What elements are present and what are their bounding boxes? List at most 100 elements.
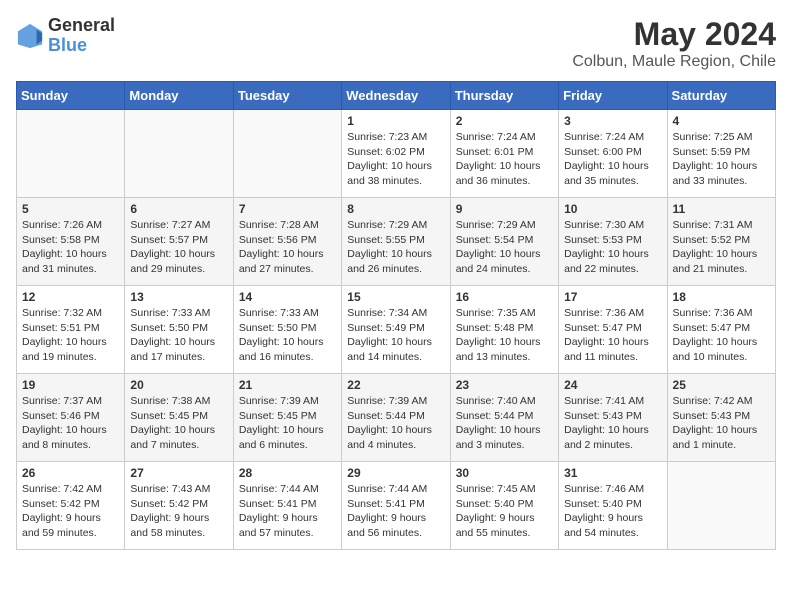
calendar-cell: 12 Sunrise: 7:32 AM Sunset: 5:51 PM Dayli… [17,286,125,374]
day-number: 29 [347,466,444,480]
calendar-cell: 9 Sunrise: 7:29 AM Sunset: 5:54 PM Daylig… [450,198,558,286]
calendar-week-row: 19 Sunrise: 7:37 AM Sunset: 5:46 PM Dayli… [17,374,776,462]
page-header: General Blue May 2024 Colbun, Maule Regi… [16,16,776,71]
calendar-cell: 16Sunrise: 7:35 AM Sunset: 5:48 PM Dayli… [450,286,558,374]
calendar-cell [125,110,233,198]
calendar-week-row: 26 Sunrise: 7:42 AM Sunset: 5:42 PM Dayli… [17,462,776,550]
day-number: 12 [22,290,119,304]
calendar-week-row: 5Sunrise: 7:26 AM Sunset: 5:58 PM Daylig… [17,198,776,286]
calendar-cell: 27 Sunrise: 7:43 AM Sunset: 5:42 PM Dayli… [125,462,233,550]
calendar-day-header: Saturday [667,82,775,110]
day-number: 10 [564,202,661,216]
calendar-day-header: Sunday [17,82,125,110]
day-info: Sunrise: 7:29 AM Sunset: 5:54 PM Dayligh… [456,218,553,277]
calendar-cell: 14Sunrise: 7:33 AM Sunset: 5:50 PM Dayli… [233,286,341,374]
day-info: Sunrise: 7:42 AM Sunset: 5:43 PM Dayligh… [673,394,770,453]
calendar-cell: 31 Sunrise: 7:46 AM Sunset: 5:40 PM Dayli… [559,462,667,550]
calendar-table: SundayMondayTuesdayWednesdayThursdayFrid… [16,81,776,550]
calendar-cell: 10 Sunrise: 7:30 AM Sunset: 5:53 PM Dayli… [559,198,667,286]
day-info: Sunrise: 7:37 AM Sunset: 5:46 PM Dayligh… [22,394,119,453]
calendar-cell: 13Sunrise: 7:33 AM Sunset: 5:50 PM Dayli… [125,286,233,374]
calendar-day-header: Thursday [450,82,558,110]
day-number: 31 [564,466,661,480]
day-info: Sunrise: 7:23 AM Sunset: 6:02 PM Dayligh… [347,130,444,189]
calendar-cell: 29 Sunrise: 7:44 AM Sunset: 5:41 PM Dayli… [342,462,450,550]
day-number: 26 [22,466,119,480]
calendar-cell: 3Sunrise: 7:24 AM Sunset: 6:00 PM Daylig… [559,110,667,198]
day-info: Sunrise: 7:24 AM Sunset: 6:01 PM Dayligh… [456,130,553,189]
day-info: Sunrise: 7:41 AM Sunset: 5:43 PM Dayligh… [564,394,661,453]
logo-icon [16,22,44,50]
calendar-week-row: 12 Sunrise: 7:32 AM Sunset: 5:51 PM Dayli… [17,286,776,374]
calendar-day-header: Friday [559,82,667,110]
calendar-cell: 15 Sunrise: 7:34 AM Sunset: 5:49 PM Dayli… [342,286,450,374]
day-number: 4 [673,114,770,128]
day-info: Sunrise: 7:46 AM Sunset: 5:40 PM Dayligh… [564,482,661,541]
day-number: 22 [347,378,444,392]
calendar-cell: 26 Sunrise: 7:42 AM Sunset: 5:42 PM Dayli… [17,462,125,550]
day-info: Sunrise: 7:25 AM Sunset: 5:59 PM Dayligh… [673,130,770,189]
calendar-cell: 20 Sunrise: 7:38 AM Sunset: 5:45 PM Dayli… [125,374,233,462]
day-number: 6 [130,202,227,216]
day-info: Sunrise: 7:42 AM Sunset: 5:42 PM Dayligh… [22,482,119,541]
calendar-title: May 2024 [572,16,776,53]
day-info: Sunrise: 7:39 AM Sunset: 5:45 PM Dayligh… [239,394,336,453]
day-number: 1 [347,114,444,128]
day-number: 2 [456,114,553,128]
calendar-cell: 22Sunrise: 7:39 AM Sunset: 5:44 PM Dayli… [342,374,450,462]
day-number: 14 [239,290,336,304]
day-info: Sunrise: 7:38 AM Sunset: 5:45 PM Dayligh… [130,394,227,453]
day-number: 18 [673,290,770,304]
calendar-cell: 18 Sunrise: 7:36 AM Sunset: 5:47 PM Dayli… [667,286,775,374]
day-number: 25 [673,378,770,392]
day-info: Sunrise: 7:44 AM Sunset: 5:41 PM Dayligh… [347,482,444,541]
calendar-cell: 17 Sunrise: 7:36 AM Sunset: 5:47 PM Dayli… [559,286,667,374]
calendar-week-row: 1 Sunrise: 7:23 AM Sunset: 6:02 PM Daylig… [17,110,776,198]
calendar-day-header: Tuesday [233,82,341,110]
day-info: Sunrise: 7:33 AM Sunset: 5:50 PM Dayligh… [130,306,227,365]
calendar-cell: 30 Sunrise: 7:45 AM Sunset: 5:40 PM Dayli… [450,462,558,550]
day-info: Sunrise: 7:44 AM Sunset: 5:41 PM Dayligh… [239,482,336,541]
calendar-cell: 21 Sunrise: 7:39 AM Sunset: 5:45 PM Dayli… [233,374,341,462]
logo: General Blue [16,16,115,56]
calendar-cell: 7Sunrise: 7:28 AM Sunset: 5:56 PM Daylig… [233,198,341,286]
day-number: 21 [239,378,336,392]
calendar-cell [667,462,775,550]
title-block: May 2024 Colbun, Maule Region, Chile [572,16,776,71]
day-info: Sunrise: 7:43 AM Sunset: 5:42 PM Dayligh… [130,482,227,541]
day-number: 30 [456,466,553,480]
calendar-day-header: Monday [125,82,233,110]
calendar-header-row: SundayMondayTuesdayWednesdayThursdayFrid… [17,82,776,110]
calendar-cell: 19 Sunrise: 7:37 AM Sunset: 5:46 PM Dayli… [17,374,125,462]
day-info: Sunrise: 7:26 AM Sunset: 5:58 PM Dayligh… [22,218,119,277]
logo-line2: Blue [48,36,115,56]
calendar-cell: 23 Sunrise: 7:40 AM Sunset: 5:44 PM Dayli… [450,374,558,462]
calendar-cell: 24 Sunrise: 7:41 AM Sunset: 5:43 PM Dayli… [559,374,667,462]
day-number: 17 [564,290,661,304]
day-number: 15 [347,290,444,304]
day-number: 20 [130,378,227,392]
day-number: 27 [130,466,227,480]
day-info: Sunrise: 7:45 AM Sunset: 5:40 PM Dayligh… [456,482,553,541]
day-info: Sunrise: 7:40 AM Sunset: 5:44 PM Dayligh… [456,394,553,453]
day-number: 19 [22,378,119,392]
day-number: 11 [673,202,770,216]
day-info: Sunrise: 7:24 AM Sunset: 6:00 PM Dayligh… [564,130,661,189]
calendar-cell: 4 Sunrise: 7:25 AM Sunset: 5:59 PM Daylig… [667,110,775,198]
calendar-cell: 6 Sunrise: 7:27 AM Sunset: 5:57 PM Daylig… [125,198,233,286]
day-info: Sunrise: 7:32 AM Sunset: 5:51 PM Dayligh… [22,306,119,365]
day-info: Sunrise: 7:36 AM Sunset: 5:47 PM Dayligh… [564,306,661,365]
day-info: Sunrise: 7:30 AM Sunset: 5:53 PM Dayligh… [564,218,661,277]
day-number: 23 [456,378,553,392]
day-number: 24 [564,378,661,392]
day-info: Sunrise: 7:34 AM Sunset: 5:49 PM Dayligh… [347,306,444,365]
day-info: Sunrise: 7:31 AM Sunset: 5:52 PM Dayligh… [673,218,770,277]
day-number: 9 [456,202,553,216]
day-info: Sunrise: 7:29 AM Sunset: 5:55 PM Dayligh… [347,218,444,277]
day-info: Sunrise: 7:36 AM Sunset: 5:47 PM Dayligh… [673,306,770,365]
calendar-body: 1 Sunrise: 7:23 AM Sunset: 6:02 PM Daylig… [17,110,776,550]
calendar-cell: 5Sunrise: 7:26 AM Sunset: 5:58 PM Daylig… [17,198,125,286]
day-number: 8 [347,202,444,216]
day-info: Sunrise: 7:27 AM Sunset: 5:57 PM Dayligh… [130,218,227,277]
day-info: Sunrise: 7:35 AM Sunset: 5:48 PM Dayligh… [456,306,553,365]
